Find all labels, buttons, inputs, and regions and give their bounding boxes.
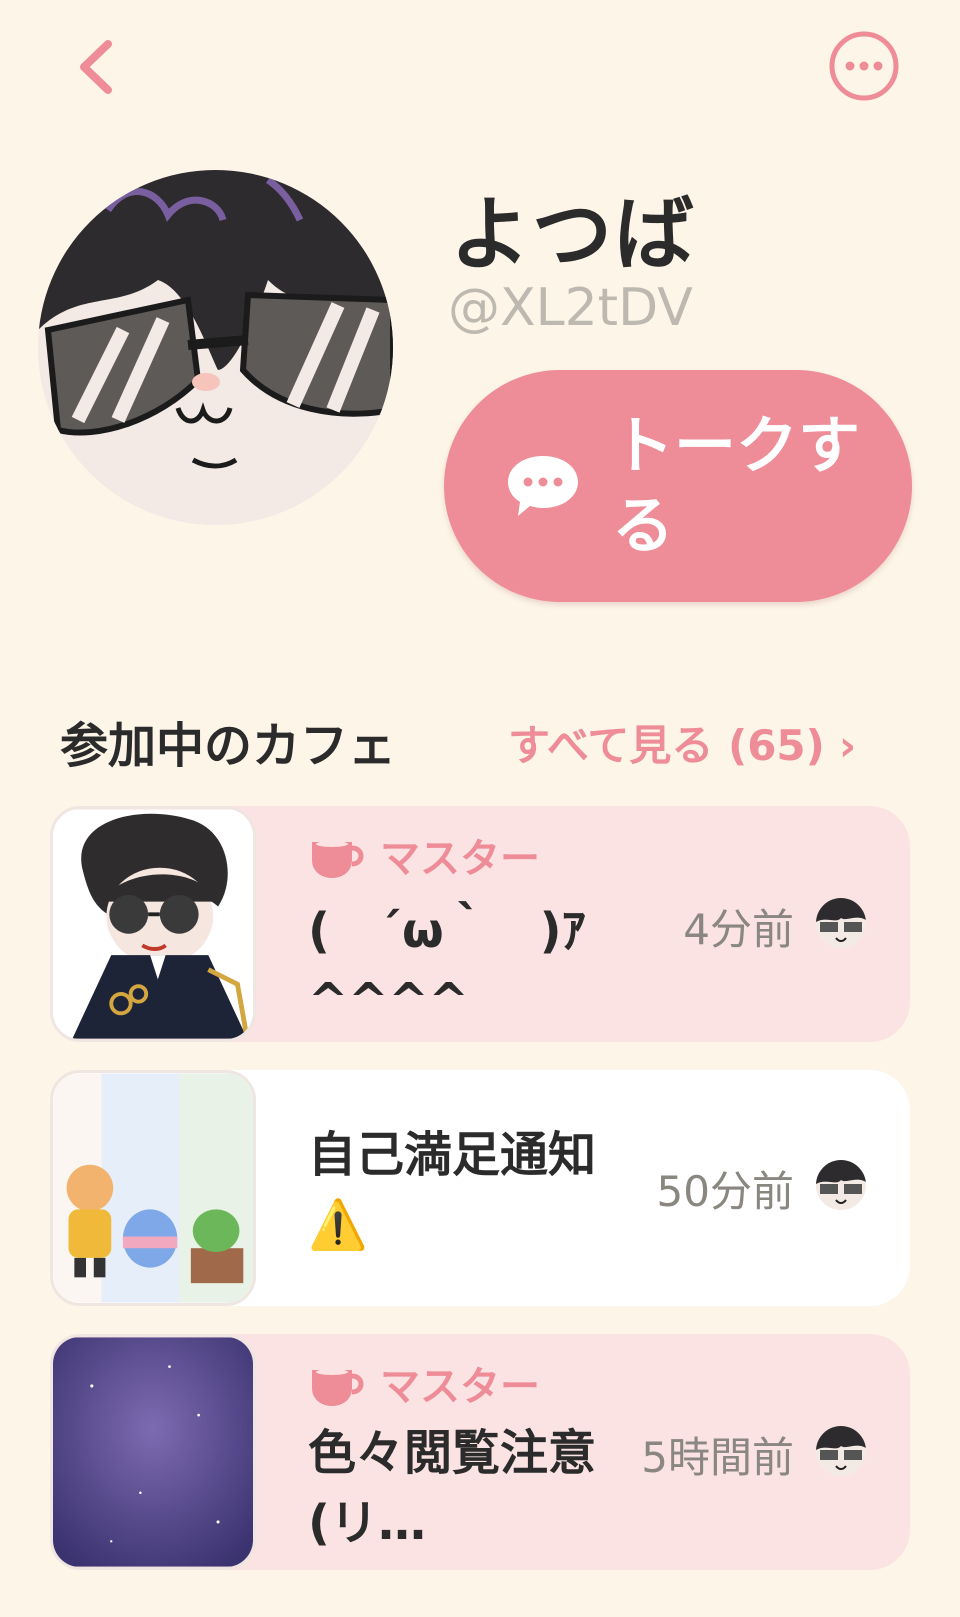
cafe-card[interactable]: 自己満足通知⚠️ 50分前 [50,1070,910,1306]
cafe-title: ( ´ω｀ )ｱ^^^^ [308,903,586,1029]
cafe-card[interactable]: マスター 色々閲覧注意 (リ… 5時間前 [50,1334,910,1570]
profile-name: よつば [450,188,696,281]
cafe-role: マスター [308,826,540,884]
cafe-thumbnail [50,1334,256,1570]
cafe-time: 5時間前 [641,1433,794,1482]
cafe-title: 自己満足通知⚠️ [308,1127,597,1253]
back-button[interactable] [72,38,122,96]
see-all-label: すべて見る (65) [508,721,825,770]
cafe-thumbnail [50,806,256,1042]
member-avatar [816,898,866,948]
cafe-time: 4分前 [683,905,794,954]
profile-handle: @XL2tDV [448,278,693,338]
coffee-cup-icon [312,1369,364,1406]
talk-button-label: トークする [612,409,861,562]
coffee-cup-icon [312,841,364,878]
chevron-right-icon: › [838,721,857,770]
cafe-title: 色々閲覧注意 (リ… [308,1425,608,1551]
chat-bubble-icon [508,456,578,516]
cafe-role: マスター [308,1354,540,1412]
more-options-button[interactable] [828,30,900,102]
member-avatar [816,1160,866,1210]
cafe-role-label: マスター [380,836,540,882]
cafe-time: 50分前 [656,1167,794,1216]
cafe-card[interactable]: マスター ( ´ω｀ )ｱ^^^^ 4分前 [50,806,910,1042]
member-avatar [816,1426,866,1476]
see-all-link[interactable]: すべて見る (65) › [508,712,856,773]
more-horizontal-icon [829,31,899,101]
chevron-left-icon [80,40,112,94]
talk-button[interactable]: トークする [444,370,912,602]
cafe-role-label: マスター [380,1364,540,1410]
section-title: 参加中のカフェ [60,718,397,774]
profile-avatar [38,170,393,525]
cafe-thumbnail [50,1070,256,1306]
